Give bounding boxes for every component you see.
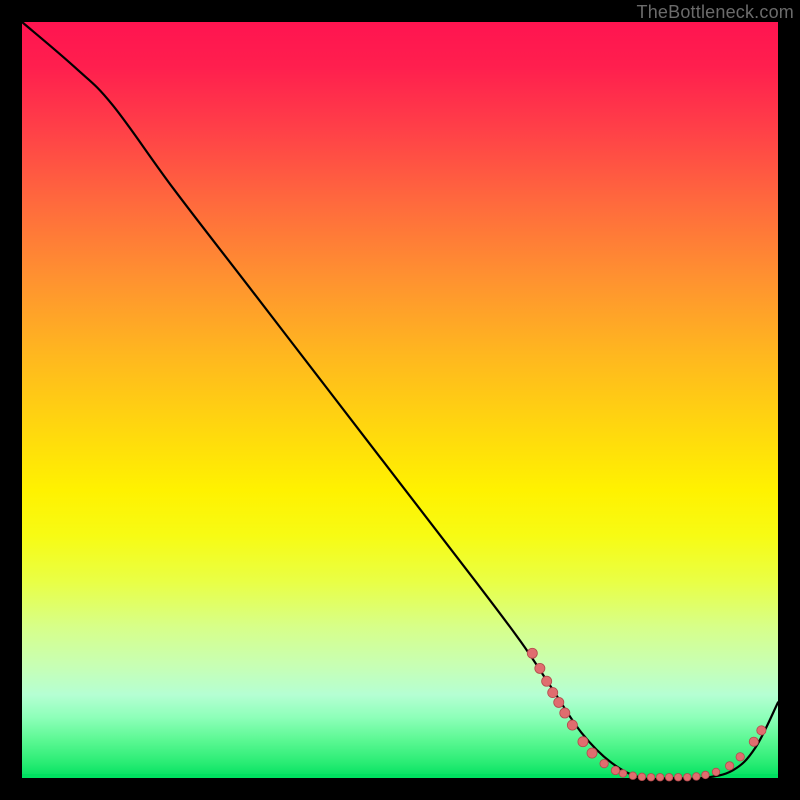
curve-layer (22, 22, 778, 779)
chart-stage: TheBottleneck.com (0, 0, 800, 800)
data-marker (600, 759, 608, 767)
data-marker (693, 773, 701, 781)
main-curve (22, 22, 778, 779)
data-marker (567, 720, 577, 730)
data-marker (757, 726, 766, 735)
data-marker (535, 663, 545, 673)
data-marker (527, 648, 537, 658)
data-marker (712, 768, 720, 776)
watermark-text: TheBottleneck.com (637, 2, 794, 23)
data-marker (629, 772, 637, 780)
data-marker (702, 771, 710, 779)
data-marker (578, 737, 588, 747)
data-marker (665, 773, 673, 781)
data-marker (736, 753, 744, 761)
data-marker (554, 697, 564, 707)
data-marker (548, 688, 558, 698)
data-marker (619, 770, 627, 778)
data-marker (684, 773, 692, 781)
data-marker (749, 737, 758, 746)
chart-svg (22, 22, 778, 778)
data-marker (560, 708, 570, 718)
data-marker (674, 773, 682, 781)
data-marker (647, 773, 655, 781)
data-marker (656, 773, 664, 781)
data-marker (587, 748, 597, 758)
marker-layer (527, 648, 766, 781)
data-marker (611, 766, 619, 774)
data-marker (725, 762, 733, 770)
data-marker (638, 773, 646, 781)
data-marker (542, 676, 552, 686)
